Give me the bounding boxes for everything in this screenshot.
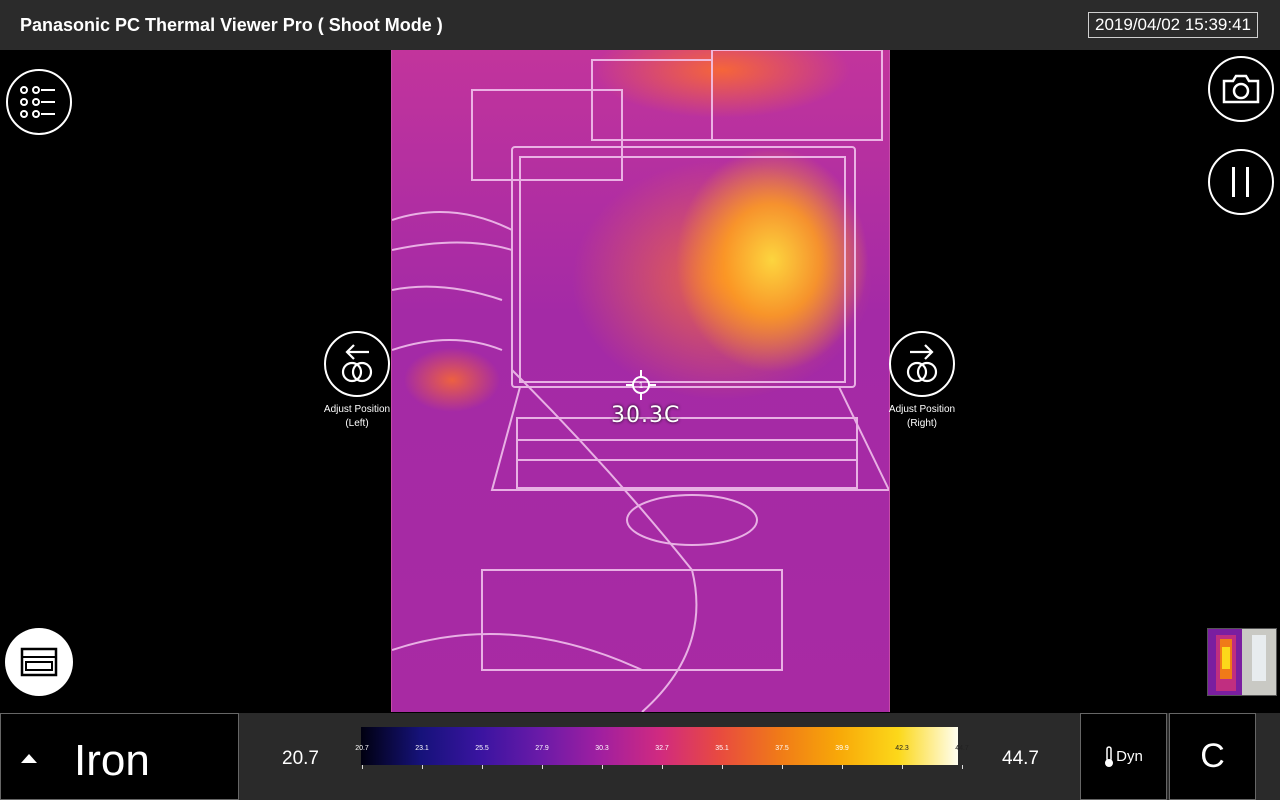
scale-mode-label: Dyn bbox=[1116, 748, 1143, 765]
adjust-right-label-line1: Adjust Position bbox=[888, 404, 956, 415]
pause-icon bbox=[1232, 167, 1249, 197]
scale-tick-mark bbox=[602, 765, 603, 769]
scale-tick-label: 37.5 bbox=[775, 745, 789, 752]
scale-tick-label: 25.5 bbox=[475, 745, 489, 752]
scale-tick-mark bbox=[422, 765, 423, 769]
title-bar: Panasonic PC Thermal Viewer Pro ( Shoot … bbox=[0, 0, 1280, 50]
adjust-position-right-button[interactable] bbox=[889, 331, 955, 397]
datetime-display: 2019/04/02 15:39:41 bbox=[1088, 12, 1258, 38]
spot-temperature: 30.3C bbox=[611, 403, 681, 428]
palette-label: Iron bbox=[74, 736, 150, 785]
settings-list-icon bbox=[20, 86, 55, 118]
unit-label: C bbox=[1200, 737, 1225, 775]
scale-tick-mark bbox=[962, 765, 963, 769]
scale-tick-label: 30.3 bbox=[595, 745, 609, 752]
range-max-value[interactable]: 44.7 bbox=[1002, 748, 1039, 770]
capture-button[interactable] bbox=[1208, 56, 1274, 122]
scale-tick-mark bbox=[722, 765, 723, 769]
adjust-right-label-line2: (Right) bbox=[906, 418, 937, 429]
scale-tick-label: 23.1 bbox=[415, 745, 429, 752]
chevron-up-icon bbox=[21, 754, 37, 763]
pause-button[interactable] bbox=[1208, 149, 1274, 215]
layout-toggle-button[interactable] bbox=[5, 628, 73, 696]
scale-tick-label: 27.9 bbox=[535, 745, 549, 752]
scale-tick-mark bbox=[662, 765, 663, 769]
scale-tick-label: 39.9 bbox=[835, 745, 849, 752]
scale-mode-button[interactable]: Dyn bbox=[1080, 713, 1167, 800]
adjust-right-label: Adjust Position (Right) bbox=[877, 403, 967, 431]
scale-tick-label: 42.3 bbox=[895, 745, 909, 752]
settings-menu-button[interactable] bbox=[6, 69, 72, 135]
last-capture-thumbnail[interactable] bbox=[1207, 628, 1277, 696]
capture-thumbnail-image bbox=[1208, 629, 1276, 695]
scale-tick-mark bbox=[782, 765, 783, 769]
unit-toggle-button[interactable]: C bbox=[1169, 713, 1256, 800]
scale-tick-label: 20.7 bbox=[355, 745, 369, 752]
scale-tick-mark bbox=[482, 765, 483, 769]
camera-icon bbox=[1222, 74, 1260, 104]
scale-tick-label: 44.7 bbox=[955, 745, 969, 752]
thermometer-icon bbox=[1105, 745, 1114, 767]
adjust-left-label: Adjust Position (Left) bbox=[312, 403, 402, 431]
app-title: Panasonic PC Thermal Viewer Pro ( Shoot … bbox=[20, 15, 443, 35]
scale-tick-mark bbox=[902, 765, 903, 769]
range-min-value[interactable]: 20.7 bbox=[282, 748, 319, 770]
adjust-left-label-line2: (Left) bbox=[345, 418, 369, 429]
arrow-right-overlap-icon bbox=[906, 344, 938, 383]
scale-tick-mark bbox=[842, 765, 843, 769]
adjust-position-left-button[interactable] bbox=[324, 331, 390, 397]
scale-tick-mark bbox=[362, 765, 363, 769]
arrow-left-overlap-icon bbox=[341, 344, 373, 383]
crosshair-icon[interactable]: 1 bbox=[626, 370, 656, 400]
scale-tick-mark bbox=[542, 765, 543, 769]
palette-selector-button[interactable]: Iron bbox=[0, 713, 239, 800]
spot-marker-label: 1 bbox=[639, 381, 644, 390]
scale-tick-label: 32.7 bbox=[655, 745, 669, 752]
scale-tick-label: 35.1 bbox=[715, 745, 729, 752]
layout-toggle-icon bbox=[20, 647, 58, 677]
adjust-left-label-line1: Adjust Position bbox=[323, 404, 391, 415]
